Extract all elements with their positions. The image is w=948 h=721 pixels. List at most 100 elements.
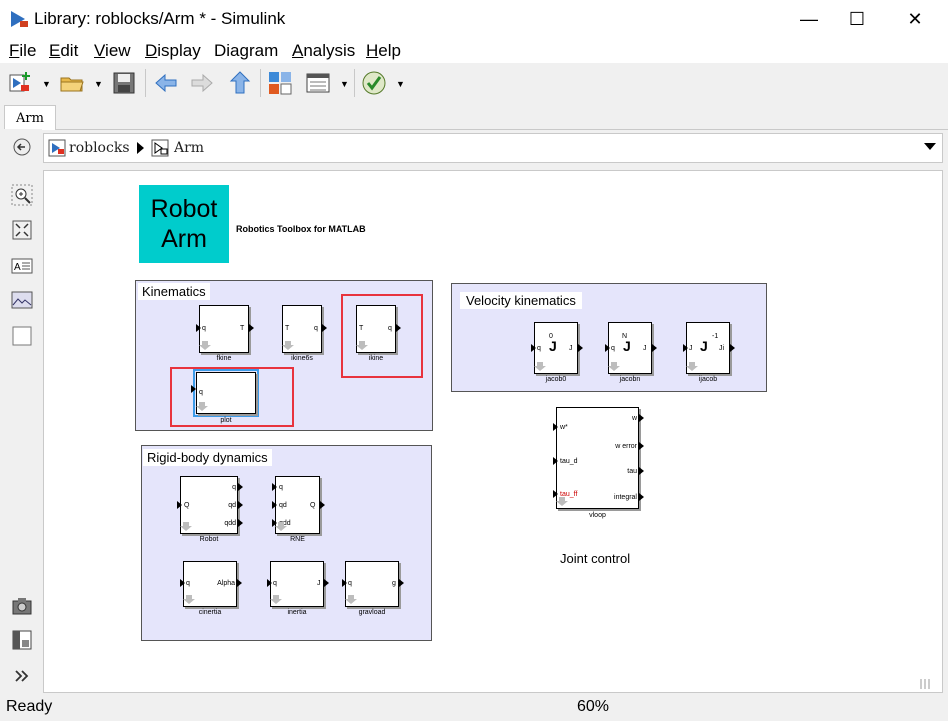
cinertia-out-label: Alpha: [217, 580, 235, 587]
ijacob-inport-arrow: [683, 344, 688, 352]
cinertia-name: cinertia: [198, 609, 222, 616]
jacob0-name: jacob0: [545, 376, 567, 383]
vloop-out4-arrow: [639, 493, 644, 501]
subsystem-icon: [151, 139, 169, 157]
vloop-out3-arrow: [639, 467, 644, 475]
explorer-dropdown-chevron-icon[interactable]: ▼: [340, 79, 349, 89]
velocity-kinematics-title: Velocity kinematics: [460, 292, 582, 309]
robot-out1-label: q: [232, 484, 236, 491]
robot-out2-arrow: [238, 501, 243, 509]
robot-out2-label: qd: [228, 502, 236, 509]
title-bar: Library: roblocks/Arm * - Simulink — ☐ ✕: [0, 0, 948, 38]
breadcrumb-dropdown-icon[interactable]: [924, 143, 936, 150]
menu-file[interactable]: File: [9, 41, 36, 61]
vloop-out2-arrow: [639, 442, 644, 450]
close-button[interactable]: ✕: [892, 0, 938, 38]
maximize-button[interactable]: ☐: [834, 0, 880, 38]
ijacob-superscript: -1: [712, 333, 719, 340]
jacobn-superscript: N: [622, 333, 628, 340]
vloop-out4-label: integral: [614, 494, 637, 501]
tab-strip: [0, 103, 948, 130]
vloop-out2-label: w error: [615, 443, 637, 450]
up-arrow-icon[interactable]: [226, 69, 254, 97]
ijacob-in-label: J: [689, 345, 693, 352]
tab-arm[interactable]: Arm: [4, 105, 56, 130]
vloop-in2-label: tau_d: [560, 458, 578, 465]
zoom-icon[interactable]: [11, 184, 33, 206]
gravload-out-label: g: [392, 580, 396, 587]
fkine-outport-arrow: [249, 324, 254, 332]
robot-out3-arrow: [238, 519, 243, 527]
menu-edit[interactable]: Edit: [49, 41, 78, 61]
open-folder-icon[interactable]: [58, 69, 86, 97]
open-dropdown-chevron-icon[interactable]: ▼: [94, 79, 103, 89]
menu-display[interactable]: Display: [145, 41, 201, 61]
new-dropdown-chevron-icon[interactable]: ▼: [42, 79, 51, 89]
ijacob-symbol: J: [700, 338, 708, 354]
expand-chevrons-icon[interactable]: [11, 665, 33, 687]
check-dropdown-chevron-icon[interactable]: ▼: [396, 79, 405, 89]
inertia-outport-arrow: [324, 579, 329, 587]
zoom-level[interactable]: 60%: [577, 698, 609, 716]
jacobn-name: jacobn: [619, 376, 641, 383]
menu-diagram[interactable]: Diagram: [214, 41, 278, 61]
fit-to-view-icon[interactable]: [11, 219, 33, 241]
ijacob-out-label: Ji: [719, 345, 725, 352]
back-arrow-icon[interactable]: [152, 69, 180, 97]
diagram-canvas[interactable]: Robot Arm Robotics Toolbox for MATLAB Ki…: [43, 170, 943, 693]
jacobn-out-label: J: [643, 345, 647, 352]
vloop-out1-arrow: [639, 414, 644, 422]
inertia-block[interactable]: [270, 561, 324, 607]
vloop-out3-label: tau: [627, 468, 637, 475]
breadcrumb: roblocks Arm: [43, 133, 943, 163]
robot-inport-arrow: [177, 501, 182, 509]
library-model-icon: [48, 139, 66, 157]
kinematics-title: Kinematics: [138, 283, 210, 300]
joint-control-caption: Joint control: [560, 551, 631, 566]
fkine-name: fkine: [216, 355, 232, 362]
model-browser-icon[interactable]: [11, 629, 33, 651]
inertia-name: inertia: [287, 609, 307, 616]
toolbar: ▼ ▼ ▼ ▼: [0, 63, 948, 103]
rne-out-label: Q: [310, 502, 316, 509]
gravload-block[interactable]: [345, 561, 399, 607]
rigid-body-dynamics-title: Rigid-body dynamics: [143, 449, 272, 466]
rne-in3-label: qdd: [279, 520, 291, 527]
menu-analysis[interactable]: Analysis: [292, 41, 355, 61]
model-explorer-icon[interactable]: [304, 69, 332, 97]
area-icon[interactable]: [11, 325, 33, 347]
canvas-resize-grip-icon[interactable]: [920, 679, 930, 689]
gravload-name: gravload: [358, 609, 386, 616]
save-icon[interactable]: [110, 69, 138, 97]
gravload-inport-arrow: [342, 579, 347, 587]
close-icon: ✕: [907, 8, 923, 29]
menu-view[interactable]: View: [94, 41, 131, 61]
menu-help[interactable]: Help: [366, 41, 401, 61]
inertia-in-label: q: [273, 580, 277, 587]
fkine-inport-arrow: [196, 324, 201, 332]
minimize-button[interactable]: —: [786, 0, 832, 38]
new-model-icon[interactable]: [6, 69, 34, 97]
update-diagram-check-icon[interactable]: [360, 69, 388, 97]
vloop-in1-arrow: [553, 423, 558, 431]
screenshot-camera-icon[interactable]: [11, 595, 33, 617]
library-browser-icon[interactable]: [266, 69, 294, 97]
breadcrumb-separator-icon: [137, 142, 144, 154]
rne-outport-arrow: [320, 501, 325, 509]
breadcrumb-current[interactable]: Arm: [174, 140, 204, 156]
inertia-inport-arrow: [267, 579, 272, 587]
cinertia-inport-arrow: [180, 579, 185, 587]
robot-in-label: Q: [184, 502, 190, 509]
fkine-in-label: q: [202, 325, 206, 332]
annotation-icon[interactable]: A: [11, 255, 33, 277]
forward-arrow-icon[interactable]: [188, 69, 216, 97]
breadcrumb-root[interactable]: roblocks: [69, 140, 130, 156]
inertia-out-label: J: [317, 580, 321, 587]
rne-in2-label: qd: [279, 502, 287, 509]
robot-arm-logo-block[interactable]: Robot Arm: [139, 185, 229, 263]
hide-browser-icon[interactable]: [11, 136, 33, 158]
rne-in3-arrow: [272, 519, 277, 527]
ikine-highlight-box: [341, 294, 423, 378]
image-icon[interactable]: [11, 289, 33, 311]
ikine6s-outport-arrow: [322, 324, 327, 332]
